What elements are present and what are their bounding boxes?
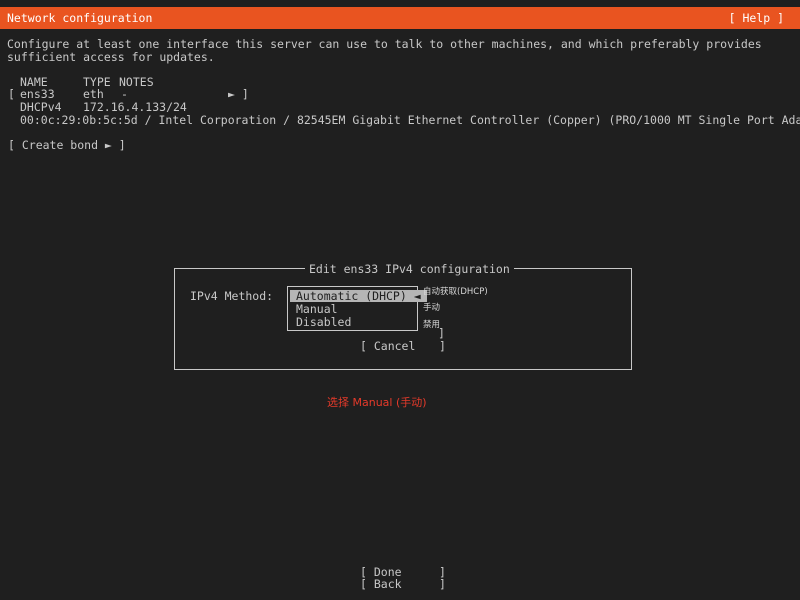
interface-name: ens33 (20, 87, 55, 101)
cancel-label: [ Cancel (360, 339, 416, 353)
option-disabled[interactable]: Disabled (290, 316, 357, 329)
ipv4-method-dropdown[interactable]: Automatic (DHCP) ◄ Manual Disabled (287, 286, 427, 331)
header-bar: Network configuration [ Help ] (0, 7, 800, 29)
note-automatic: 自动获取(DHCP) (423, 287, 488, 297)
note-manual: 手动 (423, 303, 441, 313)
back-label: [ Back (360, 577, 402, 591)
page-title: Network configuration (7, 11, 153, 25)
dialog-title: Edit ens33 IPv4 configuration (305, 263, 514, 276)
interface-type: eth (83, 87, 104, 101)
cancel-close-bracket: ] (439, 339, 446, 353)
dhcp-address: 172.16.4.133/24 (83, 100, 187, 114)
annotation-text: 选择 Manual (手动) (327, 396, 427, 409)
intro-text: Configure at least one interface this se… (7, 37, 762, 64)
interface-notes: - (121, 87, 128, 101)
ipv4-method-label: IPv4 Method: (190, 289, 274, 303)
hardware-info: 00:0c:29:0b:5c:5d / Intel Corporation / … (20, 113, 800, 127)
help-button[interactable]: [ Help ] (729, 12, 784, 25)
create-bond-button[interactable]: [ Create bond ► ] (8, 139, 126, 152)
row-arrow-icon[interactable]: ► ] (228, 88, 249, 101)
option-automatic-dhcp[interactable]: Automatic (DHCP) ◄ (290, 290, 427, 302)
option-manual[interactable]: Manual (290, 303, 344, 316)
row-open-bracket: [ (8, 87, 15, 101)
dialog-bracket: ] (438, 326, 445, 340)
back-close-bracket: ] (439, 577, 446, 591)
dhcp-label: DHCPv4 (20, 100, 62, 114)
